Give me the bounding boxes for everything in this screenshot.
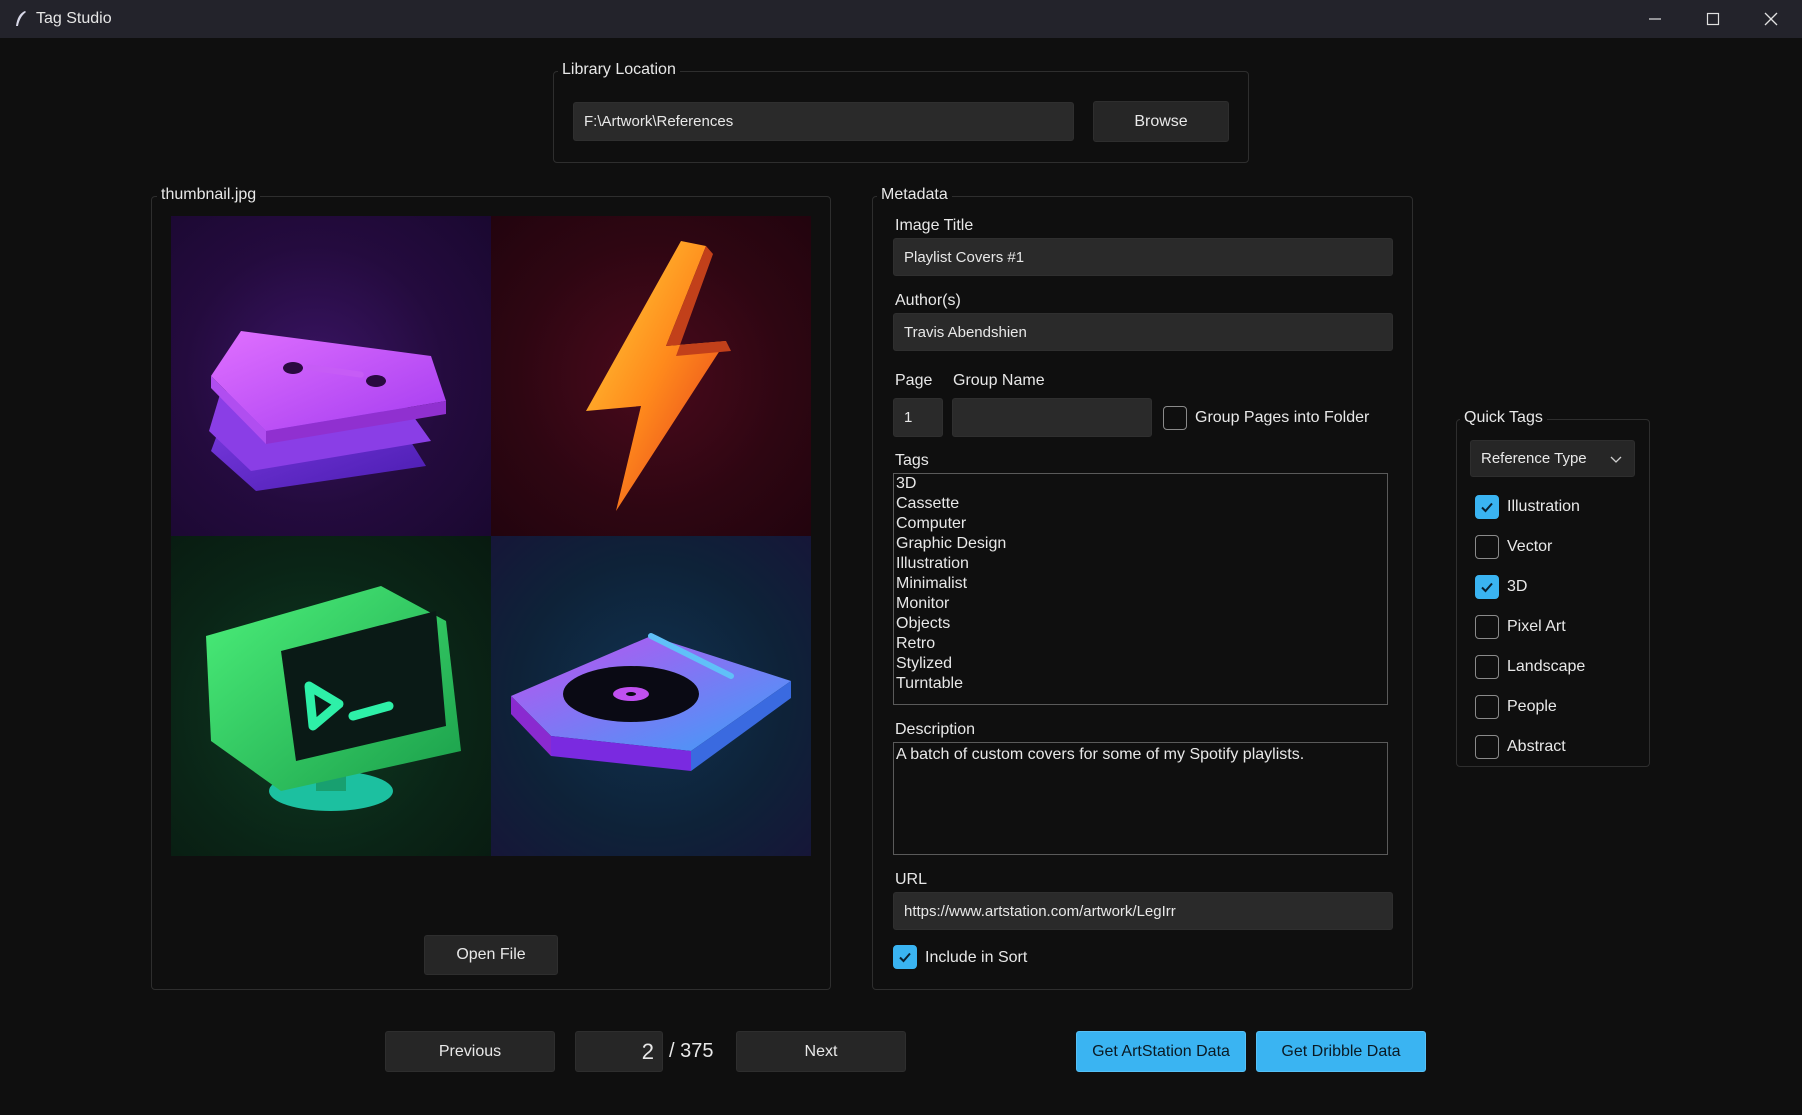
metadata-legend: Metadata xyxy=(877,186,952,204)
tag-list-item[interactable]: Objects xyxy=(894,614,1387,634)
computer-artwork xyxy=(171,536,491,856)
quick-tag-checkbox[interactable] xyxy=(1475,735,1499,759)
open-file-button[interactable]: Open File xyxy=(424,935,558,975)
quick-tag-checkbox[interactable] xyxy=(1475,495,1499,519)
title-bar: Tag Studio xyxy=(0,0,1802,38)
page-input[interactable] xyxy=(893,398,943,437)
checkmark-icon xyxy=(1481,582,1493,593)
tag-list-item[interactable]: Stylized xyxy=(894,654,1387,674)
description-textarea[interactable]: A batch of custom covers for some of my … xyxy=(893,742,1388,855)
turntable-artwork xyxy=(491,536,811,856)
minimize-icon xyxy=(1649,18,1661,20)
current-page-input[interactable]: 2 xyxy=(575,1031,663,1072)
quick-tag-checkbox[interactable] xyxy=(1475,575,1499,599)
quick-tag-label[interactable]: Abstract xyxy=(1507,738,1566,756)
chevron-down-icon xyxy=(1610,456,1622,463)
quick-tag-checkbox[interactable] xyxy=(1475,535,1499,559)
cassette-artwork xyxy=(171,216,491,536)
tag-list-item[interactable]: Monitor xyxy=(894,594,1387,614)
quick-tag-label[interactable]: Illustration xyxy=(1507,498,1580,516)
tags-list[interactable]: 3D Cassette Computer Graphic Design Illustra… xyxy=(893,473,1388,705)
lightning-artwork xyxy=(491,216,811,536)
tag-list-item[interactable]: Turntable xyxy=(894,674,1387,694)
library-path-input[interactable] xyxy=(573,102,1074,141)
quick-tag-label[interactable]: Landscape xyxy=(1507,658,1585,676)
quick-tag-label[interactable]: Pixel Art xyxy=(1507,618,1566,636)
close-icon xyxy=(1764,12,1778,26)
library-location-legend: Library Location xyxy=(558,61,680,79)
url-label: URL xyxy=(895,871,928,888)
checkmark-icon xyxy=(1481,502,1493,513)
group-pages-checkbox[interactable] xyxy=(1163,406,1187,430)
description-label: Description xyxy=(895,721,976,738)
thumbnail-image xyxy=(171,216,811,856)
maximize-button[interactable] xyxy=(1684,0,1742,38)
quick-tag-label[interactable]: 3D xyxy=(1507,578,1527,596)
quick-tag-label[interactable]: Vector xyxy=(1507,538,1552,556)
next-button[interactable]: Next xyxy=(736,1031,906,1072)
close-button[interactable] xyxy=(1742,0,1800,38)
image-title-input[interactable] xyxy=(893,238,1393,276)
image-title-label: Image Title xyxy=(895,217,974,234)
total-pages-label: / 375 xyxy=(669,1040,714,1062)
tag-list-item[interactable]: Cassette xyxy=(894,494,1387,514)
quick-tag-checkbox[interactable] xyxy=(1475,695,1499,719)
include-in-sort-checkbox[interactable] xyxy=(893,945,917,969)
quick-tag-label[interactable]: People xyxy=(1507,698,1557,716)
group-name-label: Group Name xyxy=(953,372,1045,389)
minimize-button[interactable] xyxy=(1626,0,1684,38)
tag-list-item[interactable]: Graphic Design xyxy=(894,534,1387,554)
group-pages-label[interactable]: Group Pages into Folder xyxy=(1195,409,1369,427)
authors-label: Author(s) xyxy=(895,292,961,309)
reference-type-dropdown[interactable]: Reference Type xyxy=(1470,440,1635,477)
feather-icon xyxy=(16,11,26,26)
tag-list-item[interactable]: Retro xyxy=(894,634,1387,654)
quick-tags-legend: Quick Tags xyxy=(1460,409,1547,427)
quick-tag-checkbox[interactable] xyxy=(1475,615,1499,639)
tags-label: Tags xyxy=(895,452,929,469)
window-title: Tag Studio xyxy=(36,10,112,27)
authors-input[interactable] xyxy=(893,313,1393,351)
url-input[interactable] xyxy=(893,892,1393,930)
group-name-input[interactable] xyxy=(952,398,1152,437)
reference-type-value: Reference Type xyxy=(1481,450,1587,467)
browse-button[interactable]: Browse xyxy=(1093,101,1229,142)
previous-button[interactable]: Previous xyxy=(385,1031,555,1072)
maximize-icon xyxy=(1706,12,1720,26)
page-label: Page xyxy=(895,372,933,389)
preview-legend: thumbnail.jpg xyxy=(157,186,261,204)
tag-list-item[interactable]: Illustration xyxy=(894,554,1387,574)
quick-tag-checkbox[interactable] xyxy=(1475,655,1499,679)
tag-list-item[interactable]: Computer xyxy=(894,514,1387,534)
checkmark-icon xyxy=(899,952,911,963)
tag-list-item[interactable]: 3D xyxy=(894,474,1387,494)
get-artstation-data-button[interactable]: Get ArtStation Data xyxy=(1076,1031,1246,1072)
get-dribbble-data-button[interactable]: Get Dribble Data xyxy=(1256,1031,1426,1072)
include-in-sort-label[interactable]: Include in Sort xyxy=(925,949,1027,967)
tag-list-item[interactable]: Minimalist xyxy=(894,574,1387,594)
